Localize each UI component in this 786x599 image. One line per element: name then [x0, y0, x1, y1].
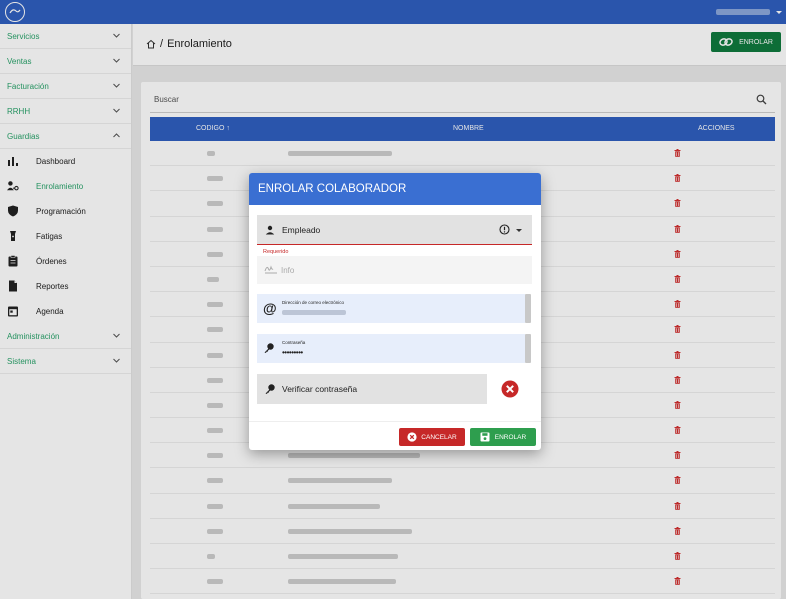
key-icon [264, 343, 274, 353]
password-field-scrollbar[interactable] [525, 334, 531, 363]
dialog-body: Empleado Requerido Info @ Dirección de c… [249, 205, 541, 415]
dialog-footer: CANCELAR ENROLAR [249, 421, 541, 450]
empleado-label: Empleado [282, 225, 321, 235]
info-field[interactable]: Info [257, 256, 532, 284]
email-value-redacted [282, 310, 346, 315]
confirm-enrolar-button[interactable]: ENROLAR [470, 428, 536, 446]
password-value: ••••••••• [282, 348, 303, 357]
key-icon [265, 384, 275, 394]
email-label: Dirección de correo electrónico [282, 300, 345, 305]
verify-password-field[interactable]: Verificar contraseña [257, 374, 487, 404]
cancel-button[interactable]: CANCELAR [399, 428, 465, 446]
dialog-title: ENROLAR COLABORADOR [249, 173, 541, 205]
cancel-circle-icon [407, 432, 417, 442]
error-x-circle-icon [501, 380, 519, 398]
chevron-down-icon [516, 229, 522, 232]
verify-password-label: Verificar contraseña [282, 384, 358, 394]
save-icon [480, 432, 490, 442]
password-label: Contraseña [282, 340, 306, 345]
enrolar-colaborador-dialog: ENROLAR COLABORADOR Empleado Requerido I… [249, 173, 541, 450]
email-field[interactable]: @ Dirección de correo electrónico [257, 294, 525, 323]
password-field[interactable]: Contraseña ••••••••• [257, 334, 525, 363]
empleado-select[interactable]: Empleado [257, 215, 532, 245]
signature-icon [264, 265, 277, 274]
email-field-scrollbar[interactable] [525, 294, 531, 323]
required-error-text: Requerido [263, 249, 289, 255]
cancel-button-label: CANCELAR [421, 433, 457, 441]
at-sign-icon: @ [263, 300, 277, 316]
alert-circle-icon [499, 224, 510, 235]
info-label: Info [281, 266, 295, 275]
person-icon [265, 225, 275, 235]
confirm-enrolar-label: ENROLAR [494, 433, 527, 441]
